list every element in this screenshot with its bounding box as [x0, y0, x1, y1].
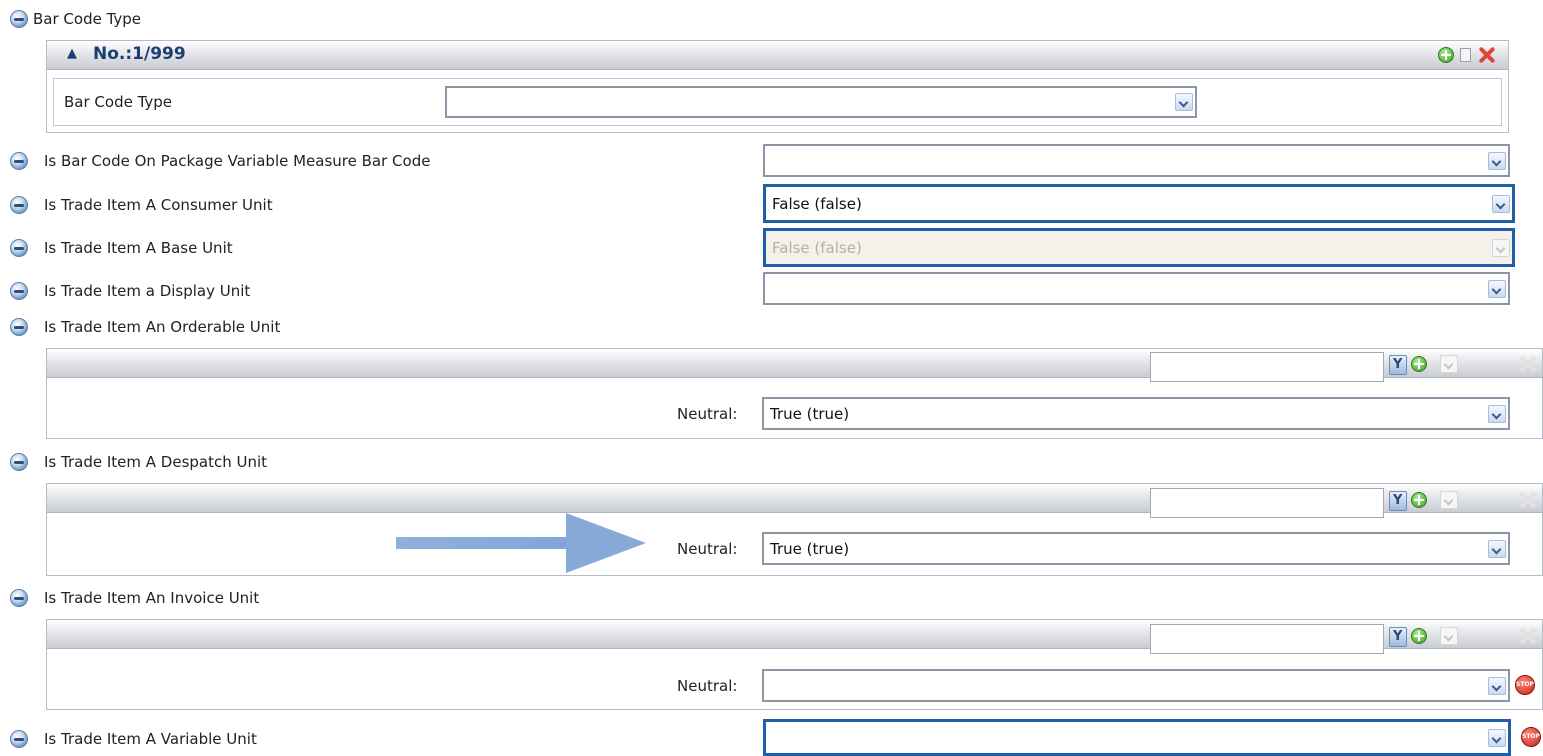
orderable-unit-panel: Neutral: True (true): [46, 348, 1543, 439]
close-icon: [1518, 490, 1538, 510]
chevron-down-icon[interactable]: [1488, 728, 1506, 747]
chevron-down-icon[interactable]: [1175, 93, 1193, 111]
filter-icon[interactable]: [1389, 491, 1407, 511]
help-icon[interactable]: [10, 239, 28, 257]
panel-number: No.:1/999: [93, 44, 186, 64]
base-unit-select: False (false): [763, 228, 1515, 267]
despatch-neutral-label: Neutral:: [677, 540, 738, 558]
close-icon: [1518, 626, 1538, 646]
despatch-filter-input[interactable]: [1150, 488, 1384, 518]
chevron-down-icon: [1492, 238, 1510, 257]
chevron-down-icon[interactable]: [1488, 539, 1506, 558]
panel-header: [47, 41, 1508, 70]
orderable-neutral-value: True (true): [770, 404, 850, 423]
annotation-arrow-icon: [566, 513, 646, 573]
filter-icon[interactable]: [1389, 355, 1407, 375]
add-icon[interactable]: [1438, 47, 1454, 63]
help-icon[interactable]: [10, 196, 28, 214]
invoice-unit-label: Is Trade Item An Invoice Unit: [44, 589, 260, 607]
bar-code-type-label: Bar Code Type: [33, 10, 142, 28]
close-icon: [1518, 354, 1538, 374]
invoice-filter-input[interactable]: [1150, 624, 1384, 654]
consumer-unit-label: Is Trade Item A Consumer Unit: [44, 196, 273, 214]
delete-icon[interactable]: [1477, 45, 1497, 65]
bar-code-type-field-label: Bar Code Type: [64, 93, 173, 111]
help-icon[interactable]: [10, 318, 28, 336]
chevron-down-icon: [1440, 491, 1458, 509]
orderable-neutral-label: Neutral:: [677, 405, 738, 423]
chevron-down-icon[interactable]: [1488, 404, 1506, 423]
consumer-unit-value: False (false): [772, 194, 862, 213]
bar-code-type-select[interactable]: [445, 86, 1197, 118]
despatch-unit-label: Is Trade Item A Despatch Unit: [44, 453, 268, 471]
help-icon[interactable]: [10, 730, 28, 748]
help-icon[interactable]: [10, 152, 28, 170]
chevron-down-icon[interactable]: [1488, 151, 1506, 170]
variable-unit-label: Is Trade Item A Variable Unit: [44, 730, 257, 748]
chevron-down-icon: [1440, 627, 1458, 645]
chevron-down-icon: [1440, 355, 1458, 373]
orderable-filter-input[interactable]: [1150, 352, 1384, 382]
stop-icon: STOP: [1515, 675, 1535, 695]
bar-code-type-row: Bar Code Type: [53, 78, 1502, 126]
base-unit-label: Is Trade Item A Base Unit: [44, 239, 233, 257]
invoice-neutral-label: Neutral:: [677, 677, 738, 695]
invoice-neutral-select[interactable]: [762, 669, 1510, 702]
orderable-unit-label: Is Trade Item An Orderable Unit: [44, 318, 281, 336]
variable-measure-label: Is Bar Code On Package Variable Measure …: [44, 152, 431, 170]
collapse-icon[interactable]: ▲: [67, 46, 77, 61]
help-icon[interactable]: [10, 10, 28, 28]
chevron-down-icon[interactable]: [1492, 194, 1510, 213]
add-icon[interactable]: [1411, 356, 1427, 372]
stop-icon: STOP: [1521, 727, 1541, 747]
help-icon[interactable]: [10, 282, 28, 300]
help-icon[interactable]: [10, 453, 28, 471]
display-unit-select[interactable]: [763, 272, 1510, 305]
display-unit-label: Is Trade Item a Display Unit: [44, 282, 251, 300]
variable-unit-select[interactable]: [763, 719, 1511, 756]
despatch-unit-panel: Neutral: True (true): [46, 483, 1543, 576]
filter-icon[interactable]: [1389, 627, 1407, 647]
add-icon[interactable]: [1411, 628, 1427, 644]
despatch-neutral-select[interactable]: True (true): [762, 532, 1510, 565]
invoice-unit-panel: Neutral: STOP: [46, 619, 1543, 710]
base-unit-value: False (false): [772, 238, 862, 257]
variable-measure-select[interactable]: [763, 144, 1510, 177]
chevron-down-icon[interactable]: [1488, 279, 1506, 298]
add-icon[interactable]: [1411, 492, 1427, 508]
help-icon[interactable]: [10, 589, 28, 607]
chevron-down-icon[interactable]: [1488, 676, 1506, 695]
bar-code-type-panel: ▲ No.:1/999 Bar Code Type: [46, 40, 1509, 133]
orderable-neutral-select[interactable]: True (true): [762, 397, 1510, 430]
despatch-neutral-value: True (true): [770, 539, 850, 558]
consumer-unit-select[interactable]: False (false): [763, 184, 1515, 223]
copy-icon[interactable]: [1460, 48, 1471, 62]
